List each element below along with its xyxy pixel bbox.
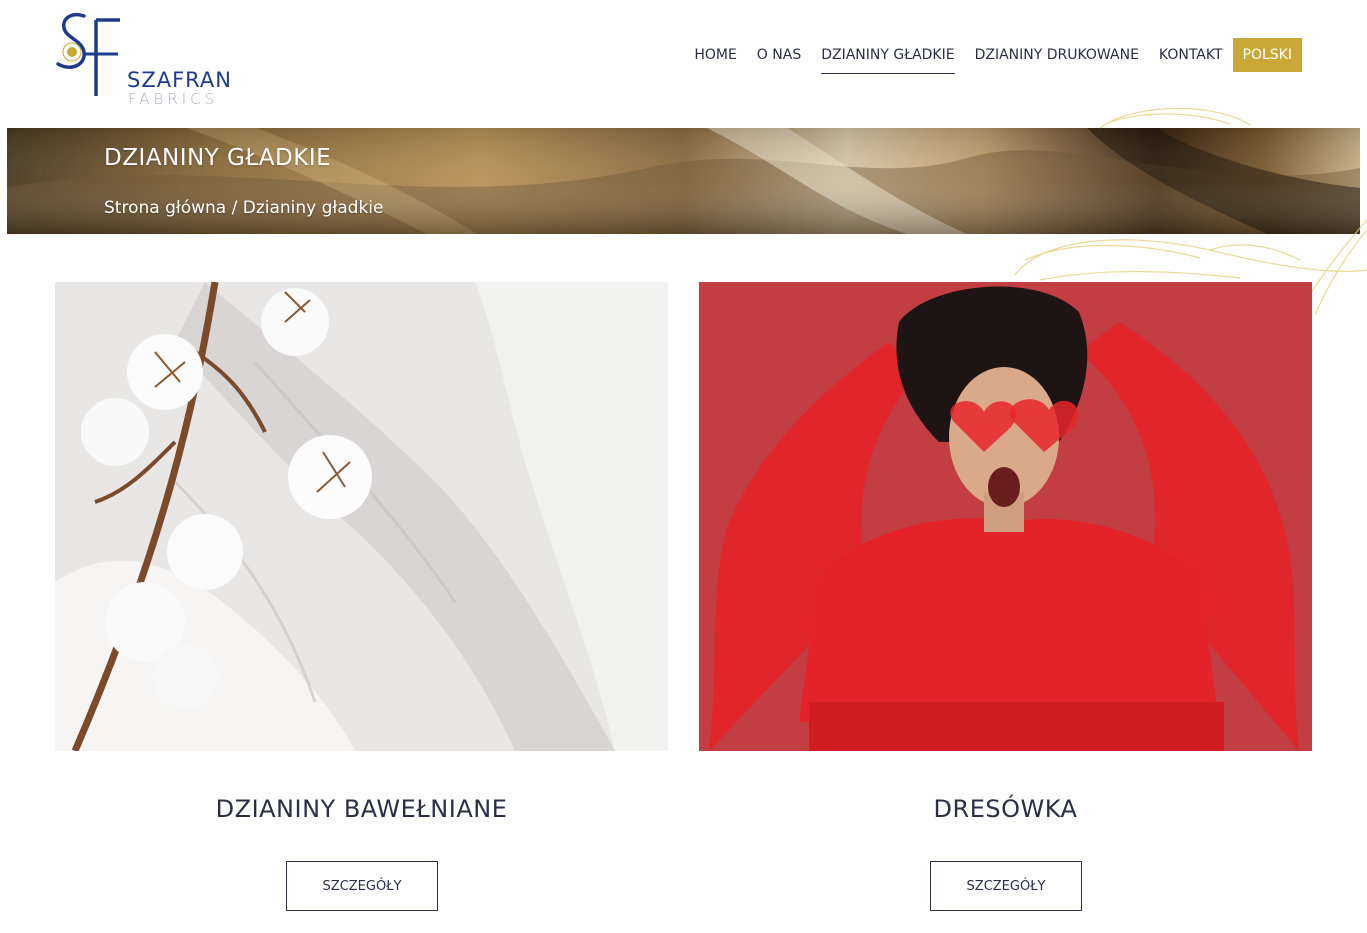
main-nav: HOME O NAS DZIANINY GŁADKIE DZIANINY DRU… (674, 38, 1302, 74)
cotton-fabric-image[interactable] (55, 282, 668, 751)
product-title: DZIANINY BAWEŁNIANE (215, 795, 508, 823)
red-sweatshirt-model-image[interactable] (699, 282, 1312, 751)
product-card-cotton: DZIANINY BAWEŁNIANE SZCZEGÓŁY (55, 282, 668, 911)
logo-subname: FABRICS (128, 90, 219, 108)
nav-item-dzianiny-drukowane[interactable]: DZIANINY DRUKOWANE (975, 38, 1139, 72)
nav-item-dzianiny-gladkie[interactable]: DZIANINY GŁADKIE (821, 38, 955, 74)
logo-mark-icon (56, 13, 120, 96)
details-button[interactable]: SZCZEGÓŁY (930, 861, 1082, 911)
breadcrumb[interactable]: Strona główna / Dzianiny gładkie (104, 198, 383, 218)
logo[interactable]: SZAFRAN FABRICS (54, 10, 244, 108)
logo-name: SZAFRAN (127, 68, 232, 92)
details-button[interactable]: SZCZEGÓŁY (286, 861, 438, 911)
language-switcher[interactable]: POLSKI (1232, 38, 1302, 72)
product-title: DRESÓWKA (933, 795, 1078, 823)
nav-item-o-nas[interactable]: O NAS (757, 38, 801, 72)
site-header: SZAFRAN FABRICS HOME O NAS DZIANINY GŁAD… (0, 0, 1367, 128)
product-card-dresowka: DRESÓWKA SZCZEGÓŁY (699, 282, 1312, 911)
silk-background-image (7, 128, 1360, 234)
nav-item-kontakt[interactable]: KONTAKT (1159, 38, 1223, 72)
page-banner: DZIANINY GŁADKIE Strona główna / Dzianin… (7, 128, 1360, 234)
page-title: DZIANINY GŁADKIE (104, 145, 332, 171)
nav-item-home[interactable]: HOME (694, 38, 736, 72)
